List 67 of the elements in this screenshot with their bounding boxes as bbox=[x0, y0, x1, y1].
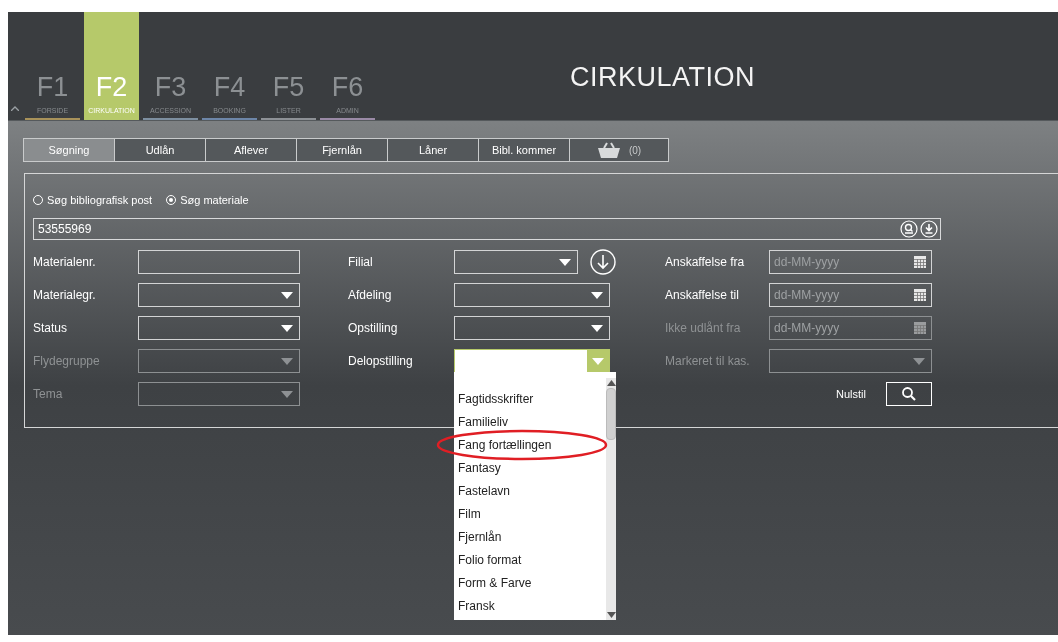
caret-icon bbox=[591, 291, 603, 299]
dropdown-item[interactable]: Film bbox=[458, 503, 606, 526]
scrollbar[interactable] bbox=[606, 378, 616, 620]
dropdown-item[interactable]: Familieliv bbox=[458, 411, 606, 434]
field-label: Anskaffelse fra bbox=[665, 255, 746, 269]
caret-icon bbox=[281, 324, 293, 332]
dropdown-item[interactable]: Fransk bbox=[458, 595, 606, 618]
field-label: Filial bbox=[348, 255, 374, 269]
field-label: Delopstilling bbox=[348, 354, 414, 368]
date-field[interactable]: dd-MM-yyyy bbox=[769, 250, 932, 274]
date-field[interactable]: dd-MM-yyyy bbox=[769, 283, 932, 307]
field-label: Opstilling bbox=[348, 321, 399, 335]
scroll-up-icon[interactable] bbox=[606, 380, 616, 386]
caret-icon bbox=[592, 357, 604, 365]
download-icon[interactable] bbox=[590, 249, 616, 275]
dropdown-item[interactable]: Folio format bbox=[458, 549, 606, 572]
calendar-icon[interactable] bbox=[914, 256, 926, 268]
caret-icon bbox=[281, 291, 293, 299]
search-icon bbox=[901, 386, 917, 402]
search-button[interactable] bbox=[886, 382, 932, 406]
dropdown-item[interactable]: Fagtidsskrifter bbox=[458, 388, 606, 411]
basket-icon bbox=[596, 142, 621, 158]
download-icon[interactable] bbox=[920, 220, 938, 238]
field-label: Materialenr. bbox=[33, 255, 97, 269]
field-label: Anskaffelse til bbox=[665, 288, 740, 302]
caret-icon bbox=[913, 357, 925, 365]
field-label: Ikke udlånt fra bbox=[665, 321, 742, 335]
calendar-icon[interactable] bbox=[914, 289, 926, 301]
caret-icon bbox=[281, 390, 293, 398]
input-field[interactable] bbox=[138, 250, 300, 274]
dropdown-field[interactable] bbox=[769, 349, 932, 373]
dropdown-field[interactable] bbox=[138, 316, 300, 340]
dropdown-item[interactable]: Fastelavn bbox=[458, 480, 606, 503]
caret-icon bbox=[559, 258, 571, 266]
dropdown-field[interactable] bbox=[454, 283, 610, 307]
radio-option[interactable]: Søg materiale bbox=[166, 194, 249, 206]
dropdown-field[interactable] bbox=[138, 382, 300, 406]
page-title: CIRKULATION bbox=[570, 62, 756, 93]
section-tab[interactable]: (0) bbox=[569, 138, 669, 162]
field-label: Markeret til kas. bbox=[665, 354, 751, 368]
reset-button[interactable]: Nulstil bbox=[836, 388, 866, 400]
dropdown-field[interactable] bbox=[138, 349, 300, 373]
dropdown-field[interactable] bbox=[454, 250, 578, 274]
dropdown-field[interactable] bbox=[454, 316, 610, 340]
dropdown-item[interactable]: Fjernlån bbox=[458, 526, 606, 549]
section-tab[interactable]: Låner bbox=[387, 138, 479, 162]
search-icon[interactable] bbox=[900, 220, 918, 238]
section-tab[interactable]: Fjernlån bbox=[296, 138, 388, 162]
dropdown-item[interactable]: Form & Farve bbox=[458, 572, 606, 595]
dropdown-item[interactable]: Fantasy bbox=[458, 457, 606, 480]
scroll-down-icon[interactable] bbox=[606, 612, 616, 618]
search-field[interactable]: 53555969 bbox=[33, 218, 941, 240]
section-tab[interactable]: Udlån bbox=[114, 138, 206, 162]
field-label: Status bbox=[33, 321, 69, 335]
caret-icon bbox=[591, 324, 603, 332]
dropdown-field[interactable] bbox=[454, 349, 610, 373]
field-label: Materialegr. bbox=[33, 288, 97, 302]
scroll-thumb[interactable] bbox=[606, 388, 616, 440]
field-label: Tema bbox=[33, 387, 64, 401]
field-label: Flydegruppe bbox=[33, 354, 101, 368]
collapse-icon[interactable] bbox=[11, 106, 19, 111]
section-tab[interactable]: Aflever bbox=[205, 138, 297, 162]
dropdown-field[interactable] bbox=[138, 283, 300, 307]
radio-option[interactable]: Søg bibliografisk post bbox=[33, 194, 153, 206]
section-tab[interactable]: Bibl. kommer bbox=[478, 138, 570, 162]
field-label: Afdeling bbox=[348, 288, 393, 302]
caret-icon bbox=[281, 357, 293, 365]
